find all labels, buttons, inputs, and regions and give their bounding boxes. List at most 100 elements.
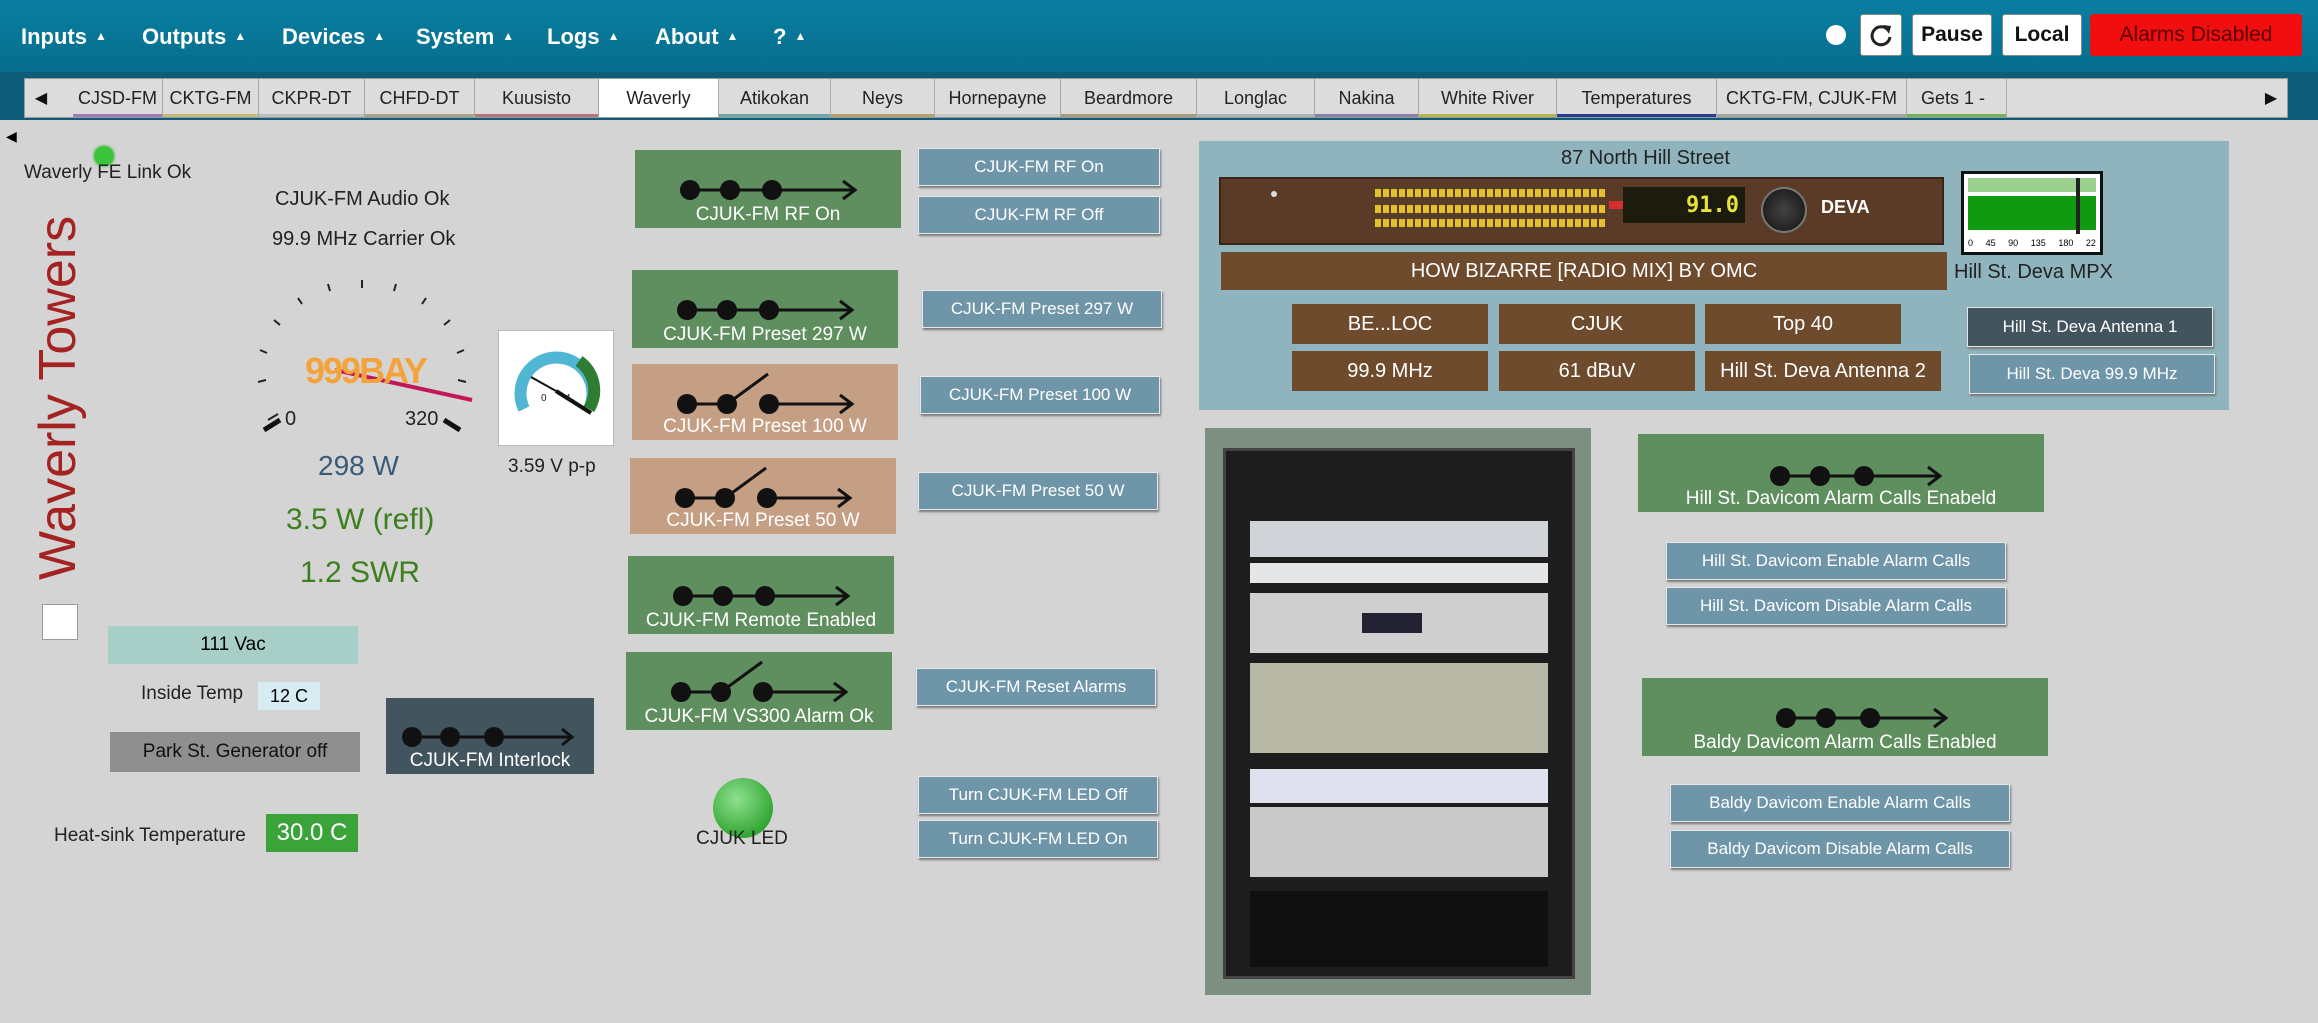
deva-frequency-button[interactable]: Hill St. Deva 99.9 MHz <box>1969 354 2215 394</box>
tab-color-bar <box>365 114 474 117</box>
tab-label: Hornepayne <box>948 87 1047 108</box>
refresh-icon <box>1870 25 1892 47</box>
deva-brand: DEVA <box>1821 197 1870 217</box>
preset-100-state: CJUK-FM Preset 100 W <box>632 364 898 440</box>
baldy-enable-alarm-button[interactable]: Baldy Davicom Enable Alarm Calls <box>1670 784 2010 822</box>
reset-alarms-button[interactable]: CJUK-FM Reset Alarms <box>916 668 1156 706</box>
tab-ckpr-dt[interactable]: CKPR-DT <box>259 79 365 117</box>
receiver-jog-wheel <box>1761 187 1807 233</box>
tab-kuusisto[interactable]: Kuusisto <box>475 79 599 117</box>
mpx-scale-label: 180 <box>2058 238 2074 248</box>
rds-pty: Top 40 <box>1705 304 1901 344</box>
tab-color-bar <box>1557 114 1716 117</box>
local-button[interactable]: Local <box>2002 14 2082 56</box>
receiver-display: 91.0 <box>1623 187 1745 223</box>
tab-label: Beardmore <box>1083 87 1174 108</box>
tab-nakina[interactable]: Nakina <box>1315 79 1419 117</box>
ups-unit <box>1250 891 1548 967</box>
status-indicator-dot <box>1826 25 1846 45</box>
tab-cjsd-fm[interactable]: CJSD-FM <box>73 79 163 117</box>
preset-50-label: CJUK-FM Preset 50 W <box>666 510 860 531</box>
deva-antenna1-button[interactable]: Hill St. Deva Antenna 1 <box>1967 307 2213 347</box>
tab-color-bar <box>935 114 1060 117</box>
led-on-button[interactable]: Turn CJUK-FM LED On <box>918 820 1158 858</box>
menu-system[interactable]: System ▲ <box>416 24 514 50</box>
hill-enable-alarm-button[interactable]: Hill St. Davicom Enable Alarm Calls <box>1666 542 2006 580</box>
site-checkbox[interactable] <box>42 604 78 640</box>
pause-button[interactable]: Pause <box>1912 14 1992 56</box>
led-off-button[interactable]: Turn CJUK-FM LED Off <box>918 776 1158 814</box>
preset-297-label: CJUK-FM Preset 297 W <box>663 324 867 345</box>
tab-longlac[interactable]: Longlac <box>1197 79 1315 117</box>
receiver-knob <box>1271 191 1277 197</box>
led-label: CJUK LED <box>696 828 788 849</box>
switch-open-icon <box>677 372 855 415</box>
tab-color-bar <box>1907 114 2006 117</box>
forward-power: 298 W <box>318 450 399 481</box>
menu-label: System <box>416 24 495 49</box>
caret-up-icon: ▲ <box>373 29 386 43</box>
deva-frequency: 99.9 MHz <box>1292 351 1488 391</box>
caret-up-icon: ▲ <box>502 29 515 43</box>
gauge-dial-icon <box>514 351 601 415</box>
tab-white-river[interactable]: White River <box>1419 79 1557 117</box>
tab-label: White River <box>1440 87 1534 108</box>
tab-label: Gets 1 - <box>1921 87 1986 108</box>
menu-label: Outputs <box>142 24 227 49</box>
tab-temperatures[interactable]: Temperatures <box>1557 79 1717 117</box>
tab-label: CKPR-DT <box>271 87 352 108</box>
tab-color-bar <box>475 114 598 117</box>
menu-label: About <box>655 24 719 49</box>
tab-waverly[interactable]: Waverly <box>599 79 719 117</box>
switch-closed-icon <box>1770 465 1943 487</box>
switch-open-icon <box>671 660 849 703</box>
now-playing: HOW BIZARRE [RADIO MIX] BY OMC <box>1221 252 1947 290</box>
mpx-scale-label: 22 <box>2085 238 2096 248</box>
interlock-label: CJUK-FM Interlock <box>409 750 571 771</box>
tab-gets[interactable]: Gets 1 - <box>1907 79 2007 117</box>
gauge-four-label: 4 <box>565 393 571 404</box>
tab-cktg-fm[interactable]: CKTG-FM <box>163 79 259 117</box>
preset-100-button[interactable]: CJUK-FM Preset 100 W <box>920 376 1160 414</box>
tab-hornepayne[interactable]: Hornepayne <box>935 79 1061 117</box>
tab-beardmore[interactable]: Beardmore <box>1061 79 1197 117</box>
menu-about[interactable]: About ▲ <box>655 24 738 50</box>
tab-color-bar <box>719 114 830 117</box>
rf-on-button[interactable]: CJUK-FM RF On <box>918 148 1160 186</box>
tab-scroll-right-icon[interactable]: ▶ <box>2255 79 2287 117</box>
baldy-disable-alarm-button[interactable]: Baldy Davicom Disable Alarm Calls <box>1670 830 2010 868</box>
inside-temp-label: Inside Temp <box>141 683 244 704</box>
tab-chfd-dt[interactable]: CHFD-DT <box>365 79 475 117</box>
swr-value: 1.2 SWR <box>300 556 421 589</box>
menu-devices[interactable]: Devices ▲ <box>282 24 385 50</box>
collapse-arrow-icon[interactable]: ◀ <box>6 128 17 145</box>
rack-unit <box>1250 593 1548 653</box>
tab-label: CJSD-FM <box>78 87 157 108</box>
meter-min-label: 0 <box>285 408 297 430</box>
preset-100-label: CJUK-FM Preset 100 W <box>663 416 867 437</box>
preset-50-state: CJUK-FM Preset 50 W <box>630 458 896 534</box>
tab-label: Neys <box>861 87 903 108</box>
tab-neys[interactable]: Neys <box>831 79 935 117</box>
menu-outputs[interactable]: Outputs ▲ <box>142 24 246 50</box>
rack-unit <box>1250 769 1548 803</box>
preset-50-button[interactable]: CJUK-FM Preset 50 W <box>918 472 1158 510</box>
alarms-disabled-button[interactable]: Alarms Disabled <box>2090 14 2302 56</box>
vs300-alarm-state: CJUK-FM VS300 Alarm Ok <box>626 652 892 730</box>
tab-atikokan[interactable]: Atikokan <box>719 79 831 117</box>
hill-disable-alarm-button[interactable]: Hill St. Davicom Disable Alarm Calls <box>1666 587 2006 625</box>
receiver-meter-bar <box>1375 219 1605 227</box>
menu-logs[interactable]: Logs ▲ <box>547 24 619 50</box>
tab-cktg-fm-cjuk-fm[interactable]: CKTG-FM, CJUK-FM <box>1717 79 1907 117</box>
menu-inputs[interactable]: Inputs ▲ <box>21 24 107 50</box>
tab-label: CKTG-FM <box>169 87 252 108</box>
rf-off-button[interactable]: CJUK-FM RF Off <box>918 196 1160 234</box>
refresh-button[interactable] <box>1860 14 1902 56</box>
tab-label: Temperatures <box>1581 87 1692 108</box>
tab-scroll-left-icon[interactable]: ◀ <box>25 79 57 117</box>
preset-297-button[interactable]: CJUK-FM Preset 297 W <box>922 290 1162 328</box>
caret-up-icon: ▲ <box>607 29 620 43</box>
menu-help[interactable]: ? ▲ <box>773 24 806 50</box>
rf-on-state: CJUK-FM RF On <box>635 150 901 228</box>
tab-label: Kuusisto <box>501 87 572 108</box>
